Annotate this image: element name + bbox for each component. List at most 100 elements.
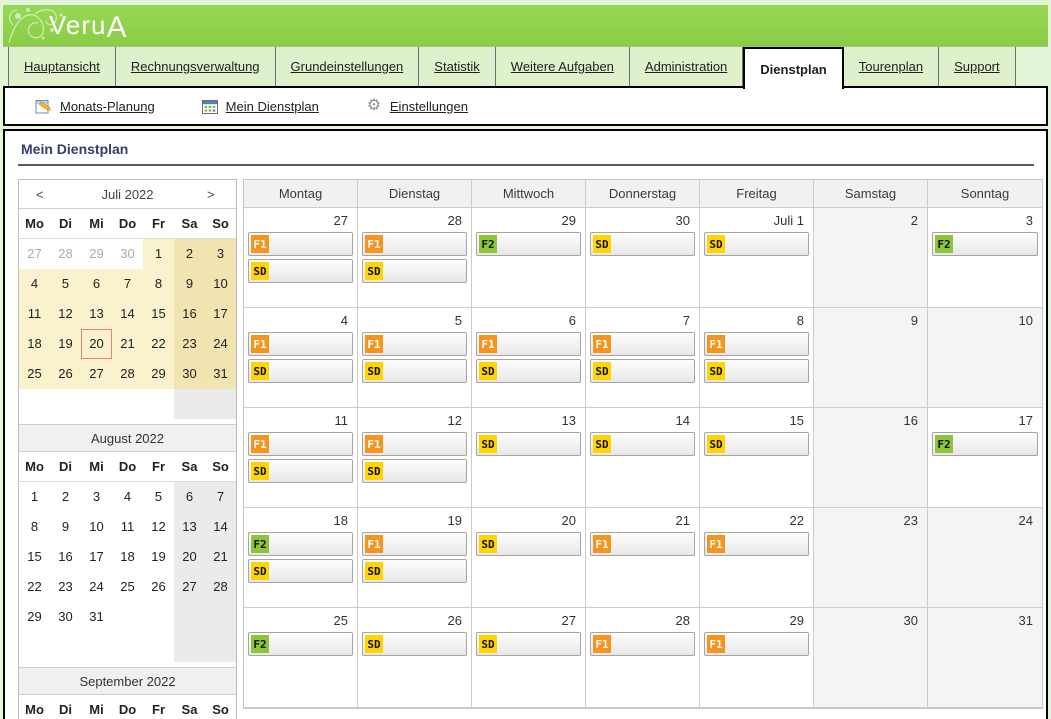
mini-day-21[interactable]: 21: [205, 542, 236, 572]
mini-day-17[interactable]: 17: [81, 542, 112, 572]
mini-day-19[interactable]: 19: [143, 542, 174, 572]
mini-day-14[interactable]: 14: [205, 512, 236, 542]
day-cell-9[interactable]: 9: [814, 308, 928, 408]
mini-day-18[interactable]: 18: [112, 542, 143, 572]
mini-day-25[interactable]: 25: [112, 572, 143, 602]
day-cell-27[interactable]: 27SD: [472, 608, 586, 708]
mini-day-26[interactable]: 26: [143, 572, 174, 602]
shift-entry-f2[interactable]: F2: [248, 632, 353, 656]
tab-dienstplan[interactable]: Dienstplan: [743, 47, 843, 89]
shift-entry-f1[interactable]: F1: [362, 432, 467, 456]
tab-support[interactable]: Support: [939, 47, 1016, 86]
day-cell-21[interactable]: 21F1: [586, 508, 700, 608]
day-cell-7[interactable]: 7F1SD: [586, 308, 700, 408]
mini-day-16[interactable]: 16: [174, 299, 205, 329]
toolbar-item-mein-dienstplan[interactable]: Mein Dienstplan: [201, 98, 319, 114]
next-month-button[interactable]: >: [207, 187, 219, 202]
shift-entry-f1[interactable]: F1: [248, 232, 353, 256]
shift-entry-sd[interactable]: SD: [590, 359, 695, 383]
shift-entry-sd[interactable]: SD: [704, 432, 809, 456]
day-cell-5[interactable]: 5F1SD: [358, 308, 472, 408]
shift-entry-sd[interactable]: SD: [362, 259, 467, 283]
mini-day-6[interactable]: 6: [81, 269, 112, 299]
day-cell-28[interactable]: 28F1SD: [358, 208, 472, 308]
shift-entry-f2[interactable]: F2: [476, 232, 581, 256]
shift-entry-sd[interactable]: SD: [476, 359, 581, 383]
shift-entry-f1[interactable]: F1: [248, 432, 353, 456]
mini-day-24[interactable]: 24: [205, 329, 236, 359]
shift-entry-f2[interactable]: F2: [932, 432, 1038, 456]
toolbar-item-einstellungen[interactable]: ⚙Einstellungen: [365, 98, 468, 114]
mini-day-29[interactable]: 29: [19, 602, 50, 632]
mini-day-3[interactable]: 3: [205, 239, 236, 269]
day-cell-24[interactable]: 24: [928, 508, 1042, 608]
mini-day-27[interactable]: 27: [81, 359, 112, 389]
mini-day-24[interactable]: 24: [81, 572, 112, 602]
tab-administration[interactable]: Administration: [630, 47, 743, 86]
day-cell-30[interactable]: 30: [814, 608, 928, 708]
shift-entry-f1[interactable]: F1: [704, 332, 809, 356]
shift-entry-sd[interactable]: SD: [362, 632, 467, 656]
prev-month-button[interactable]: <: [36, 187, 48, 202]
mini-day-22[interactable]: 22: [19, 572, 50, 602]
day-cell-18[interactable]: 18F2SD: [244, 508, 358, 608]
mini-day-7[interactable]: 7: [112, 269, 143, 299]
mini-day-27[interactable]: 27: [19, 239, 50, 269]
day-cell-10[interactable]: 10: [928, 308, 1042, 408]
shift-entry-f1[interactable]: F1: [362, 332, 467, 356]
day-cell-27[interactable]: 27F1SD: [244, 208, 358, 308]
day-cell-22[interactable]: 22F1: [700, 508, 814, 608]
day-cell-6[interactable]: 6F1SD: [472, 308, 586, 408]
day-cell-4[interactable]: 4F1SD: [244, 308, 358, 408]
day-cell-14[interactable]: 14SD: [586, 408, 700, 508]
mini-day-15[interactable]: 15: [143, 299, 174, 329]
day-cell-19[interactable]: 19F1SD: [358, 508, 472, 608]
tab-tourenplan[interactable]: Tourenplan: [844, 47, 939, 86]
mini-day-12[interactable]: 12: [143, 512, 174, 542]
mini-day-15[interactable]: 15: [19, 542, 50, 572]
mini-day-3[interactable]: 3: [81, 482, 112, 512]
mini-day-18[interactable]: 18: [19, 329, 50, 359]
mini-day-12[interactable]: 12: [50, 299, 81, 329]
mini-day-4[interactable]: 4: [112, 482, 143, 512]
shift-entry-sd[interactable]: SD: [362, 559, 467, 583]
shift-entry-f1[interactable]: F1: [590, 332, 695, 356]
mini-day-8[interactable]: 8: [19, 512, 50, 542]
mini-day-30[interactable]: 30: [174, 359, 205, 389]
mini-day-10[interactable]: 10: [205, 269, 236, 299]
day-cell-28[interactable]: 28F1: [586, 608, 700, 708]
mini-day-23[interactable]: 23: [174, 329, 205, 359]
tab-hauptansicht[interactable]: Hauptansicht: [8, 47, 116, 86]
mini-day-5[interactable]: 5: [143, 482, 174, 512]
mini-day-9[interactable]: 9: [50, 512, 81, 542]
mini-day-27[interactable]: 27: [174, 572, 205, 602]
mini-day-5[interactable]: 5: [50, 269, 81, 299]
mini-day-13[interactable]: 13: [81, 299, 112, 329]
day-cell-29[interactable]: 29F2: [472, 208, 586, 308]
tab-grundeinstellungen[interactable]: Grundeinstellungen: [276, 47, 420, 86]
day-cell-12[interactable]: 12F1SD: [358, 408, 472, 508]
day-cell-23[interactable]: 23: [814, 508, 928, 608]
mini-day-4[interactable]: 4: [19, 269, 50, 299]
day-cell-juli-1[interactable]: Juli 1SD: [700, 208, 814, 308]
mini-day-21[interactable]: 21: [112, 329, 143, 359]
tab-statistik[interactable]: Statistik: [419, 47, 496, 86]
shift-entry-sd[interactable]: SD: [362, 459, 467, 483]
mini-day-8[interactable]: 8: [143, 269, 174, 299]
mini-day-23[interactable]: 23: [50, 572, 81, 602]
mini-day-13[interactable]: 13: [174, 512, 205, 542]
shift-entry-sd[interactable]: SD: [248, 259, 353, 283]
day-cell-2[interactable]: 2: [814, 208, 928, 308]
shift-entry-sd[interactable]: SD: [590, 232, 695, 256]
shift-entry-sd[interactable]: SD: [362, 359, 467, 383]
shift-entry-f1[interactable]: F1: [704, 532, 809, 556]
day-cell-3[interactable]: 3F2: [928, 208, 1042, 308]
mini-day-20[interactable]: 20: [174, 542, 205, 572]
mini-day-29[interactable]: 29: [143, 359, 174, 389]
mini-day-26[interactable]: 26: [50, 359, 81, 389]
tab-rechnungsverwaltung[interactable]: Rechnungsverwaltung: [116, 47, 276, 86]
shift-entry-f1[interactable]: F1: [590, 632, 695, 656]
mini-day-19[interactable]: 19: [50, 329, 81, 359]
shift-entry-f1[interactable]: F1: [248, 332, 353, 356]
mini-day-30[interactable]: 30: [50, 602, 81, 632]
